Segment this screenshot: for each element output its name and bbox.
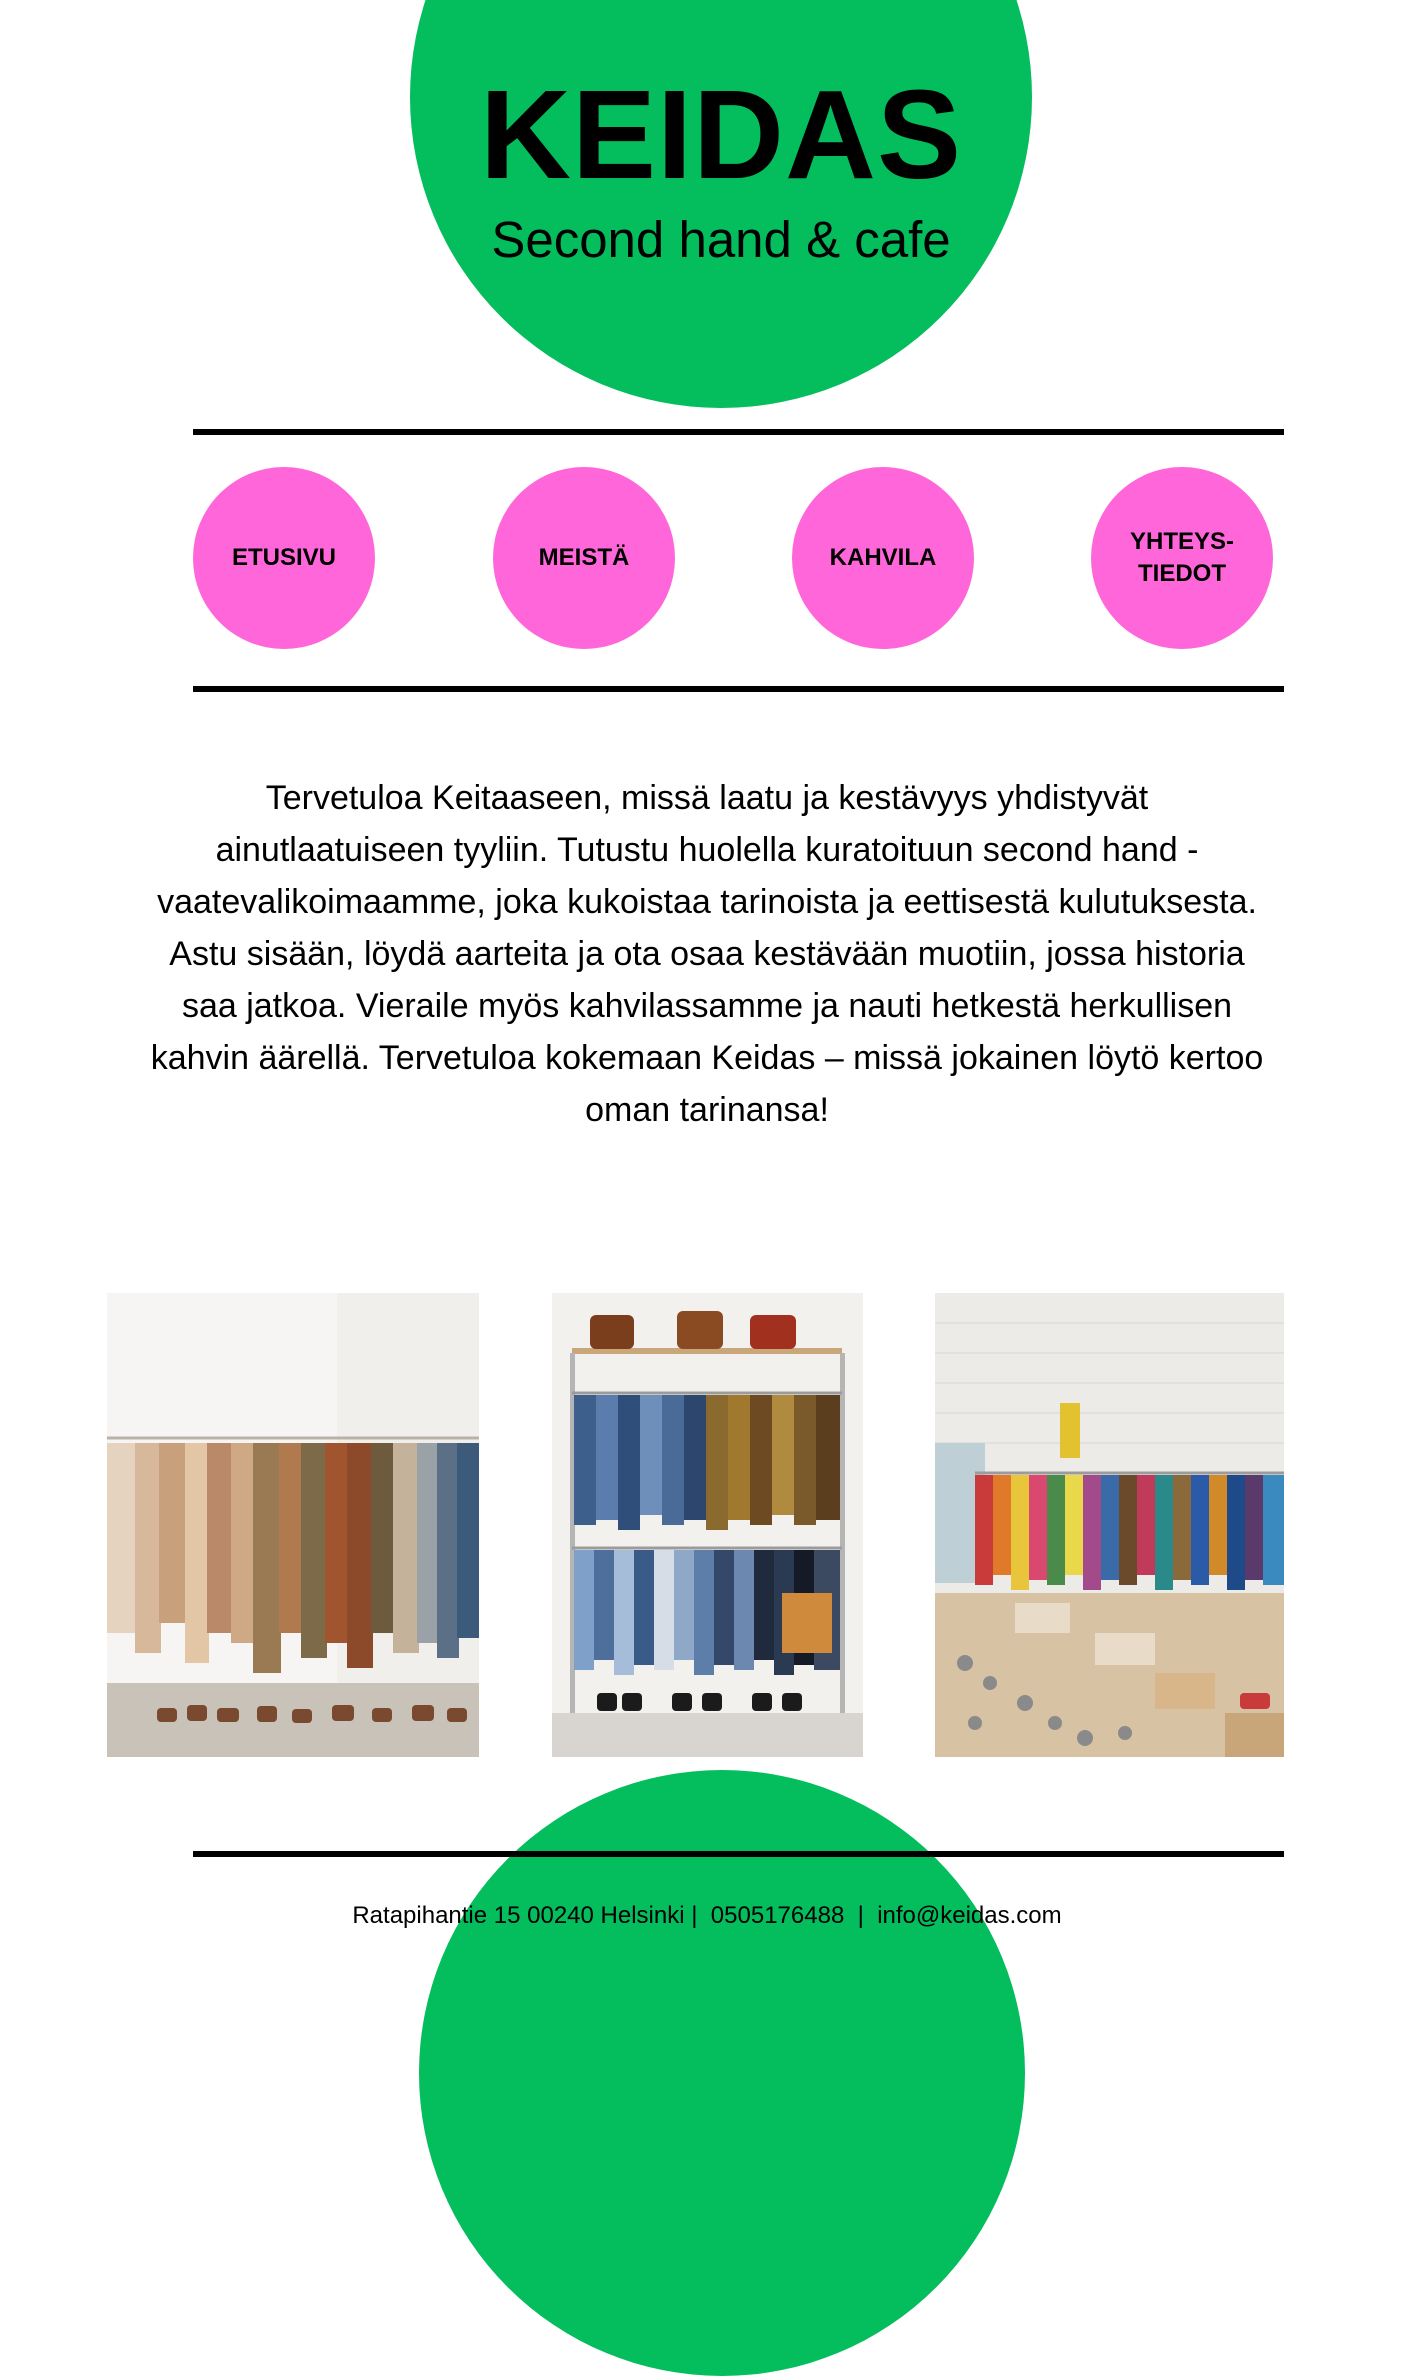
nav-item-label: ETUSIVU (231, 544, 336, 571)
footer-green-circle (419, 1770, 1025, 2376)
nav-item-etusivu[interactable]: ETUSIVU (193, 467, 375, 649)
brand-title: KEIDAS (479, 64, 963, 205)
nav-item-label: YHTEYS- TIEDOT (1129, 528, 1234, 587)
nav-top-divider (193, 429, 1284, 435)
nav-item-yhteystiedot[interactable]: YHTEYS- TIEDOT (1091, 467, 1273, 649)
nav-item-meista[interactable]: MEISTÄ (493, 467, 675, 649)
colorful-shop-interior-photo (935, 1293, 1284, 1757)
clothing-rack-photo (107, 1293, 479, 1757)
intro-paragraph: Tervetuloa Keitaaseen, missä laatu ja ke… (150, 779, 1264, 1129)
nav-item-label: MEISTÄ (538, 544, 630, 571)
footer-contact-info: Ratapihantie 15 00240 Helsinki | 0505176… (352, 1902, 1062, 1929)
nav-item-kahvila[interactable]: KAHVILA (792, 467, 974, 649)
brand-subtitle: Second hand & cafe (491, 211, 951, 268)
nav-bottom-divider (193, 686, 1284, 692)
footer-divider (193, 1851, 1284, 1857)
nav-item-label: KAHVILA (829, 544, 937, 571)
denim-rack-photo (552, 1293, 863, 1757)
